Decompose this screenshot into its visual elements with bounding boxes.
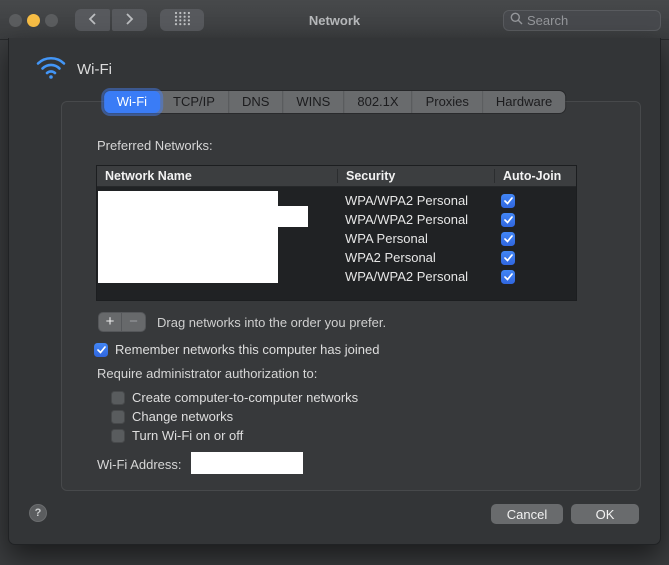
drag-hint-text: Drag networks into the order you prefer. — [157, 315, 387, 330]
nav-buttons — [75, 9, 147, 31]
wifi-pane-title: Wi-Fi — [77, 61, 112, 78]
tab-hardware[interactable]: Hardware — [481, 91, 565, 113]
close-window-button[interactable] — [9, 14, 22, 27]
help-button[interactable]: ? — [29, 504, 47, 522]
show-all-button[interactable] — [160, 9, 204, 31]
wifi-header: Wi-Fi — [35, 54, 112, 85]
column-header-network-name[interactable]: Network Name — [97, 169, 337, 183]
search-field[interactable] — [503, 10, 661, 31]
cancel-button[interactable]: Cancel — [491, 504, 563, 524]
require-admin-label: Require administrator authorization to: — [97, 366, 318, 381]
tab-bar: Wi-Fi TCP/IP DNS WINS 802.1X Proxies Har… — [103, 91, 566, 113]
wifi-address-label: Wi-Fi Address: — [97, 457, 182, 472]
table-header: Network Name Security Auto-Join — [97, 166, 576, 187]
chevron-right-icon — [125, 12, 134, 28]
search-icon — [510, 12, 523, 30]
auto-join-checkbox[interactable] — [501, 250, 515, 265]
auto-join-checkbox[interactable] — [501, 269, 515, 284]
remember-networks-checkbox[interactable] — [94, 342, 108, 357]
create-networks-checkbox[interactable] — [111, 390, 125, 405]
tab-proxies[interactable]: Proxies — [411, 91, 482, 113]
auto-join-checkbox[interactable] — [501, 193, 515, 208]
remove-network-button[interactable]: − — [122, 312, 146, 332]
redacted-network-names — [98, 191, 278, 283]
admin-option-change: Change networks — [111, 409, 233, 424]
ok-button[interactable]: OK — [571, 504, 639, 524]
security-cell: WPA/WPA2 Personal — [345, 193, 469, 208]
auto-join-checkbox[interactable] — [501, 212, 515, 227]
toolbar: Network — [0, 0, 669, 40]
security-cell: WPA/WPA2 Personal — [345, 212, 469, 227]
preferred-networks-label: Preferred Networks: — [97, 138, 213, 153]
remember-networks-label: Remember networks this computer has join… — [115, 342, 380, 357]
wifi-advanced-sheet: Wi-Fi Wi-Fi TCP/IP DNS WINS 802.1X Proxi… — [8, 38, 661, 545]
forward-button[interactable] — [112, 9, 147, 31]
column-header-security[interactable]: Security — [337, 169, 494, 183]
tab-tcpip[interactable]: TCP/IP — [160, 91, 228, 113]
tab-8021x[interactable]: 802.1X — [343, 91, 411, 113]
auto-join-checkbox[interactable] — [501, 231, 515, 246]
zoom-window-button[interactable] — [45, 14, 58, 27]
remember-networks-option: Remember networks this computer has join… — [94, 342, 379, 357]
security-cell: WPA Personal — [345, 231, 428, 246]
search-input[interactable] — [527, 13, 654, 28]
change-networks-label: Change networks — [132, 409, 234, 424]
network-preferences-window: Network Wi-Fi — [0, 0, 669, 565]
turn-wifi-label: Turn Wi-Fi on or off — [132, 428, 244, 443]
turn-wifi-checkbox[interactable] — [111, 428, 125, 443]
column-header-auto-join[interactable]: Auto-Join — [494, 169, 576, 183]
tab-wifi[interactable]: Wi-Fi — [103, 91, 161, 113]
change-networks-checkbox[interactable] — [111, 409, 125, 424]
minimize-window-button[interactable] — [27, 14, 40, 27]
redacted-wifi-address — [191, 452, 303, 474]
admin-option-turn-wifi: Turn Wi-Fi on or off — [111, 428, 243, 443]
wifi-icon — [35, 54, 67, 85]
tab-dns[interactable]: DNS — [227, 91, 282, 113]
admin-option-create: Create computer-to-computer networks — [111, 390, 358, 405]
security-cell: WPA/WPA2 Personal — [345, 269, 469, 284]
redacted-network-name-extension — [277, 206, 308, 227]
tab-wins[interactable]: WINS — [282, 91, 343, 113]
add-remove-controls: + − — [98, 312, 146, 332]
security-cell: WPA2 Personal — [345, 250, 436, 265]
create-networks-label: Create computer-to-computer networks — [132, 390, 359, 405]
back-button[interactable] — [75, 9, 110, 31]
add-network-button[interactable]: + — [98, 312, 122, 332]
chevron-left-icon — [88, 12, 97, 28]
grid-icon — [174, 11, 191, 29]
